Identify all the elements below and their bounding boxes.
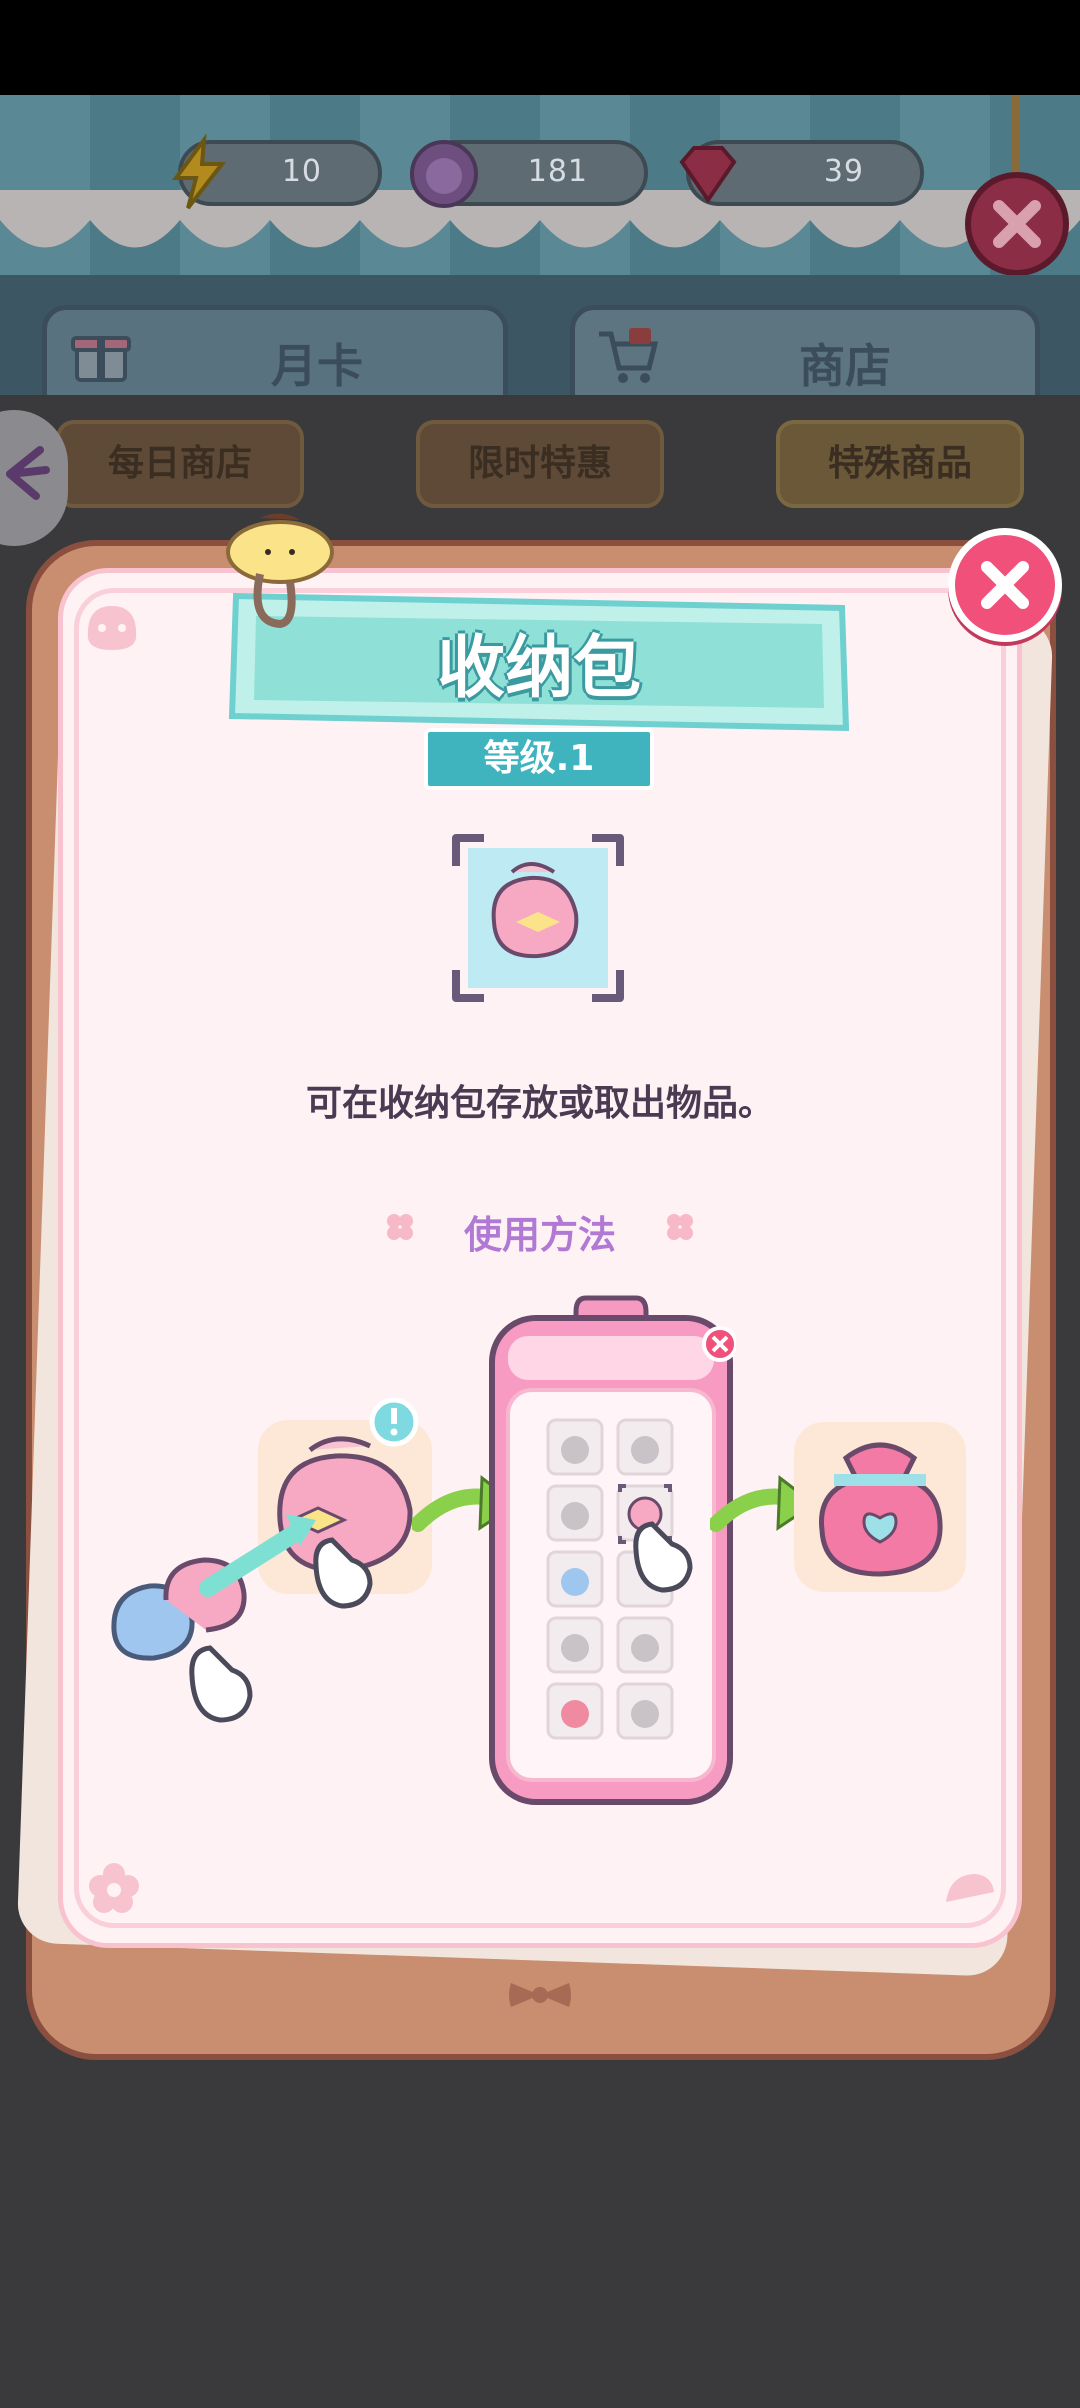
cart-icon [599, 328, 659, 383]
gem-icon [679, 146, 737, 204]
level-badge: 等级.1 [424, 728, 654, 790]
modal-close-button[interactable] [948, 528, 1062, 642]
pink-pouch-illustration [794, 1422, 966, 1592]
bow-icon [509, 1983, 571, 2007]
storage-bag-item-icon [452, 834, 624, 1002]
close-icon [993, 200, 1041, 248]
kitty-coin-icon [410, 140, 478, 208]
pinwheel-icon [6, 446, 50, 500]
coin-value: 181 [527, 154, 588, 189]
lightning-icon [172, 134, 227, 210]
gem-value: 39 [823, 154, 864, 189]
tab-monthly-card[interactable]: 月卡 [42, 305, 508, 405]
item-description: 可在收纳包存放或取出物品。 [305, 1083, 774, 1124]
howto-label: 使用方法 [463, 1213, 616, 1257]
gem-counter[interactable]: 39 [679, 140, 924, 206]
tab-shop-label: 商店 [799, 339, 891, 393]
filter-limited-offer[interactable]: 限时特惠 [416, 420, 664, 508]
modal-title: 收纳包 [436, 629, 641, 708]
tab-shop[interactable]: 商店 [570, 305, 1040, 405]
filter-special-items-label: 特殊商品 [827, 443, 972, 484]
shop-close-button[interactable] [965, 172, 1069, 276]
close-icon [981, 561, 1029, 609]
gift-icon [71, 336, 131, 382]
step-drag-bags-illustration [111, 1397, 432, 1723]
cap-corner-icon [946, 1874, 994, 1902]
filter-daily-shop[interactable]: 每日商店 [56, 420, 304, 508]
flower-corner-icon [89, 1863, 139, 1913]
bag-inventory-illustration [489, 1295, 736, 1805]
filter-daily-shop-label: 每日商店 [107, 443, 252, 484]
filter-limited-offer-label: 限时特惠 [467, 443, 612, 484]
tab-monthly-card-label: 月卡 [271, 339, 363, 393]
energy-value: 10 [281, 154, 322, 189]
energy-counter[interactable]: 10 [172, 134, 382, 210]
filter-special-items[interactable]: 特殊商品 [776, 420, 1024, 508]
kitty-corner-icon [87, 606, 137, 650]
level-label: 等级.1 [483, 738, 595, 779]
clover-decoration-icon [667, 1214, 693, 1240]
status-bar [0, 0, 1080, 95]
coin-counter[interactable]: 181 [410, 140, 648, 208]
